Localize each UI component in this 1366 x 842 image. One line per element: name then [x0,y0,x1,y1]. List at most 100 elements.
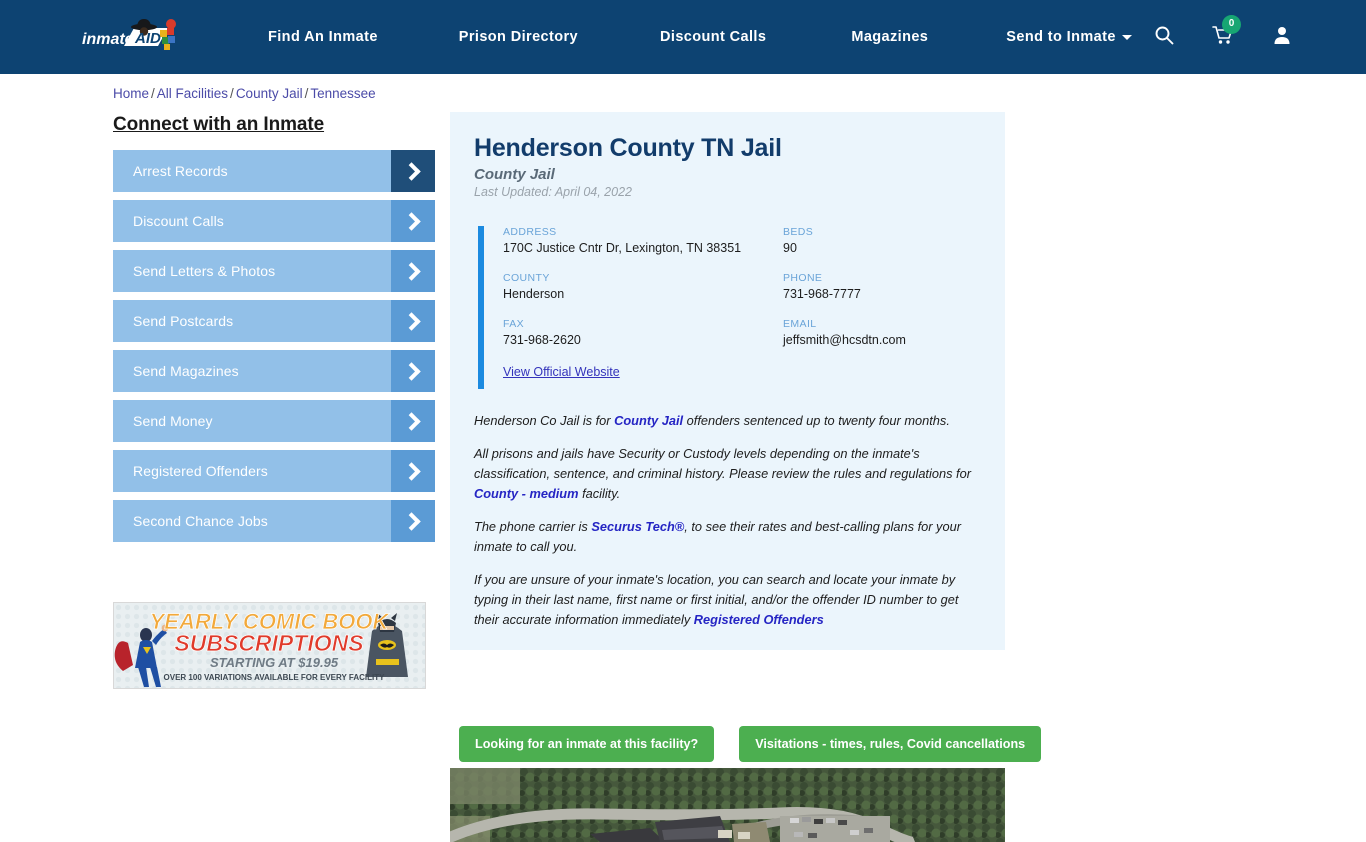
detail-label: COUNTY [503,272,550,284]
page-title: Henderson County TN Jail [474,134,782,162]
nav-item-send-to-inmate[interactable]: Send to Inmate [1006,29,1132,45]
detail-county: COUNTY Henderson [503,272,783,301]
comic-book-subscription-ad[interactable]: YEARLY COMIC BOOK SUBSCRIPTIONS STARTING… [113,602,426,689]
cart-count-badge: 0 [1222,14,1241,34]
description-paragraph-4: If you are unsure of your inmate's locat… [474,570,981,630]
chevron-right-icon [391,250,435,292]
search-icon[interactable] [1154,25,1174,50]
detail-fax: FAX 731-968-2620 [503,318,783,347]
sidebar-item-label: Second Chance Jobs [133,513,268,529]
sidebar-item-discount-calls[interactable]: Discount Calls [113,200,435,242]
detail-label: EMAIL [783,318,817,330]
svg-text:inmate: inmate [82,31,134,48]
breadcrumb-separator: / [230,86,234,101]
facility-type-subtitle: County Jail [474,166,555,183]
breadcrumb-item-home[interactable]: Home [113,86,149,101]
looking-for-inmate-button[interactable]: Looking for an inmate at this facility? [459,726,715,762]
nav-item-send-to-inmate-label: Send to Inmate [1006,29,1116,45]
desc-text: offenders sentenced up to twenty four mo… [683,413,950,428]
facility-details-block: ADDRESS 170C Justice Cntr Dr, Lexington,… [474,226,981,389]
visitations-button[interactable]: Visitations - times, rules, Covid cancel… [739,726,1042,762]
breadcrumb: Home / All Facilities / County Jail / Tennesse… [113,86,376,101]
sidebar-item-send-postcards[interactable]: Send Postcards [113,300,435,342]
site-logo[interactable]: inmate AID [72,16,194,58]
sidebar-item-send-magazines[interactable]: Send Magazines [113,350,435,392]
view-official-website-link[interactable]: View Official Website [503,365,620,379]
main-nav-links: Find An Inmate Prison Directory Discount… [268,0,1132,74]
svg-text:AID: AID [134,30,161,47]
chevron-right-icon [391,500,435,542]
sidebar-item-send-money[interactable]: Send Money [113,400,435,442]
nav-item-discount-calls[interactable]: Discount Calls [660,29,766,45]
breadcrumb-separator: / [151,86,155,101]
chevron-right-icon [391,350,435,392]
chevron-right-icon [391,200,435,242]
accent-bar [478,226,484,389]
sidebar-item-label: Send Postcards [133,313,234,329]
sidebar-item-registered-offenders[interactable]: Registered Offenders [113,450,435,492]
county-jail-link[interactable]: County Jail [614,413,683,428]
chevron-down-icon [1121,34,1132,40]
detail-phone: PHONE 731-968-7777 [783,272,981,301]
detail-value: Henderson [503,287,565,301]
top-navigation-bar: inmate AID Find An Inmate Prison Directo… [0,0,1366,74]
satellite-image [450,768,1005,842]
securus-tech-link[interactable]: Securus Tech® [591,519,684,534]
chevron-right-icon [391,450,435,492]
svg-text:OVER 100 VARIATIONS AVAILABLE: OVER 100 VARIATIONS AVAILABLE FOR EVERY … [164,673,386,682]
facility-satellite-map[interactable] [450,768,1005,842]
facility-description: Henderson Co Jail is for County Jail off… [474,411,981,650]
sidebar-item-label: Send Money [133,413,213,429]
nav-item-find-an-inmate[interactable]: Find An Inmate [268,29,378,45]
sidebar-item-label: Registered Offenders [133,463,268,479]
chevron-right-icon [391,400,435,442]
breadcrumb-separator: / [304,86,309,101]
description-paragraph-3: The phone carrier is Securus Tech®, to s… [474,517,981,557]
chevron-right-icon [391,300,435,342]
nav-icon-group: 0 [1154,0,1292,74]
sidebar-title: Connect with an Inmate [113,114,325,135]
detail-label: PHONE [783,272,823,284]
user-account-icon[interactable] [1272,25,1292,50]
inmateaid-logo-icon: inmate AID [82,19,176,50]
desc-text: Henderson Co Jail is for [474,413,615,428]
comic-ad-artwork: YEARLY COMIC BOOK SUBSCRIPTIONS STARTING… [114,603,425,688]
sidebar-item-second-chance-jobs[interactable]: Second Chance Jobs [113,500,435,542]
detail-value: 90 [783,241,797,255]
nav-item-magazines[interactable]: Magazines [851,29,928,45]
last-updated-text: Last Updated: April 04, 2022 [474,185,632,199]
sidebar-item-label: Send Magazines [133,363,239,379]
registered-offenders-link[interactable]: Registered Offenders [694,612,824,627]
svg-text:STARTING AT $19.95: STARTING AT $19.95 [210,655,339,670]
breadcrumb-item-all-facilities[interactable]: All Facilities [157,86,228,101]
shopping-cart-icon[interactable]: 0 [1212,14,1241,50]
detail-value: jeffsmith@hcsdtn.com [783,333,906,347]
cta-button-row: Looking for an inmate at this facility? … [459,726,1042,762]
facility-details-grid: ADDRESS 170C Justice Cntr Dr, Lexington,… [503,226,981,347]
sidebar-item-send-letters-photos[interactable]: Send Letters & Photos [113,250,435,292]
detail-value: 731-968-2620 [503,333,581,347]
nav-item-prison-directory[interactable]: Prison Directory [459,29,578,45]
detail-email: EMAIL jeffsmith@hcsdtn.com [783,318,981,347]
desc-text: All prisons and jails have Security or C… [474,445,971,481]
detail-value: 170C Justice Cntr Dr, Lexington, TN 3835… [503,241,742,255]
svg-text:SUBSCRIPTIONS: SUBSCRIPTIONS [174,630,364,656]
detail-beds: BEDS 90 [783,226,981,255]
detail-value: 731-968-7777 [783,287,861,301]
detail-label: FAX [503,318,525,330]
facility-info-card: Henderson County TN Jail County Jail Las… [450,112,1005,650]
detail-address: ADDRESS 170C Justice Cntr Dr, Lexington,… [503,226,783,255]
county-medium-link[interactable]: County - medium [474,486,579,501]
detail-label: BEDS [783,226,814,238]
breadcrumb-item-county-jail[interactable]: County Jail [236,86,303,101]
page-content: Home / All Facilities / County Jail / Tennesse… [0,74,1366,842]
sidebar-item-label: Arrest Records [133,163,228,179]
sidebar-item-arrest-records[interactable]: Arrest Records [113,150,435,192]
description-paragraph-2: All prisons and jails have Security or C… [474,444,981,504]
sidebar-item-label: Send Letters & Photos [133,263,276,279]
detail-label: ADDRESS [503,226,557,238]
breadcrumb-item-tennessee[interactable]: Tennessee [310,86,375,101]
chevron-right-icon [391,150,435,192]
sidebar-item-label: Discount Calls [133,213,224,229]
desc-text: The phone carrier is [474,518,592,534]
